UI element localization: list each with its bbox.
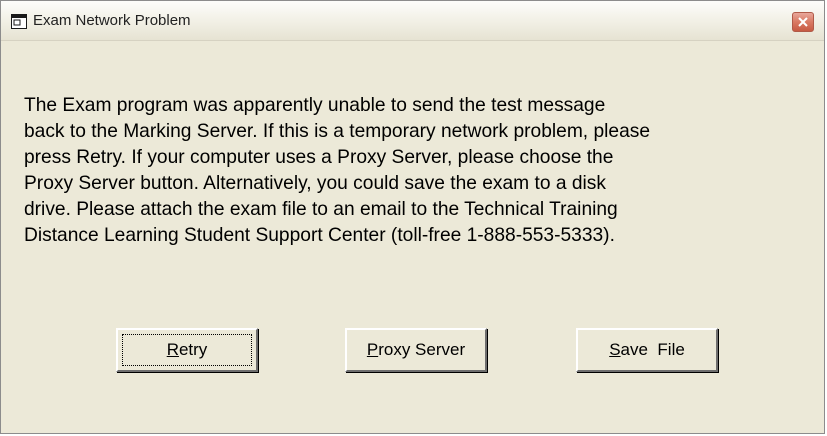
- save-file-button[interactable]: Save File: [576, 328, 718, 372]
- title-bar[interactable]: Exam Network Problem: [1, 1, 824, 41]
- retry-button-label: Retry: [167, 340, 208, 359]
- save-label-rest: ave File: [620, 340, 685, 359]
- proxy-server-button[interactable]: Proxy Server: [345, 328, 487, 372]
- close-icon: [798, 17, 808, 27]
- close-button[interactable]: [792, 12, 814, 32]
- save-mnemonic: S: [609, 340, 621, 359]
- window-title: Exam Network Problem: [33, 12, 191, 29]
- error-message: The Exam program was apparently unable t…: [24, 95, 651, 246]
- retry-button[interactable]: Retry: [116, 328, 258, 372]
- app-window-icon: [11, 14, 27, 29]
- retry-mnemonic: R: [166, 340, 179, 359]
- save-file-button-label: Save File: [609, 340, 685, 359]
- proxy-label-rest: roxy Server: [378, 340, 466, 359]
- proxy-mnemonic: P: [366, 340, 379, 359]
- dialog-window: Exam Network Problem The Exam program wa…: [0, 0, 825, 434]
- retry-label-rest: etry: [178, 340, 208, 359]
- proxy-server-button-label: Proxy Server: [367, 340, 465, 359]
